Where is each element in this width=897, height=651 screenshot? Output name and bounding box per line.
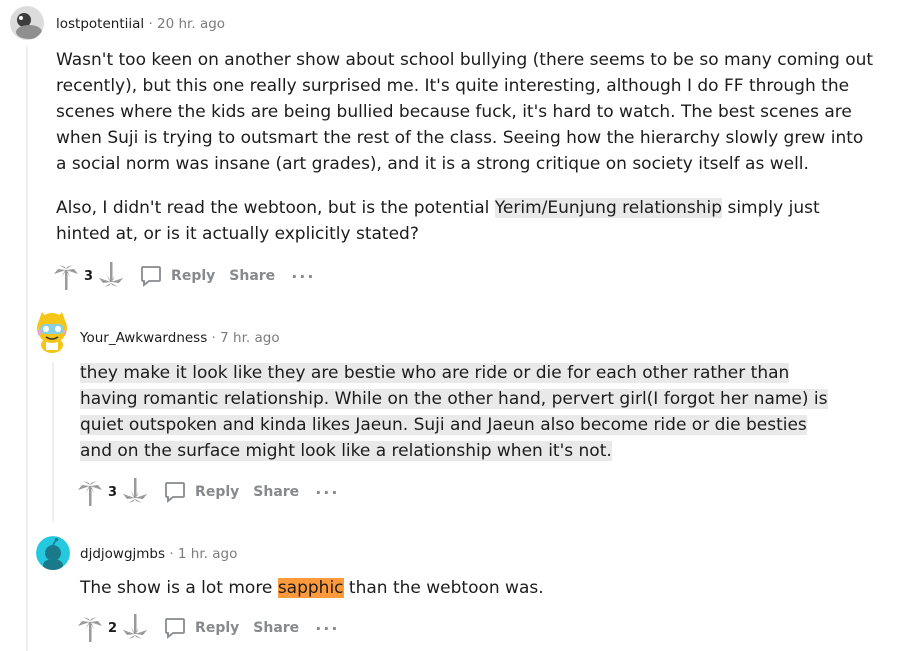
comment-actions: 2 Reply Share ···	[76, 613, 339, 643]
vote-score: 3	[84, 268, 94, 284]
downvote-icon[interactable]	[121, 613, 149, 643]
comment-paragraph: they make it look like they are bestie w…	[80, 360, 840, 464]
share-button[interactable]: Share	[253, 484, 299, 500]
separator: ·	[148, 16, 153, 32]
comment-actions: 3 Reply Share ···	[76, 477, 339, 507]
separator: ·	[169, 546, 174, 562]
share-button[interactable]: Share	[229, 268, 275, 284]
upvote-icon[interactable]	[76, 613, 104, 643]
comment-body: The show is a lot more sapphic than the …	[80, 575, 840, 601]
downvote-icon[interactable]	[121, 477, 149, 507]
username[interactable]: Your_Awkwardness	[80, 330, 207, 346]
snoo-avatar-icon	[37, 312, 67, 353]
comment-paragraph: Also, I didn't read the webtoon, but is …	[56, 198, 820, 244]
reply-button[interactable]: Reply	[163, 480, 239, 504]
comment-meta: djdjowgjmbs · 1 hr. ago	[80, 546, 237, 562]
comment-bubble-icon	[165, 618, 185, 639]
share-label: Share	[253, 484, 300, 500]
reply-label: Reply	[195, 484, 240, 500]
vote-score: 3	[108, 484, 118, 500]
timestamp[interactable]: 1 hr. ago	[178, 546, 237, 562]
more-options-button[interactable]: ···	[291, 267, 315, 286]
share-button[interactable]: Share	[253, 620, 299, 636]
comment-bubble-icon	[141, 266, 161, 287]
highlighted-text: they make it look like they are bestie w…	[80, 363, 828, 461]
thread-line[interactable]	[26, 46, 28, 651]
avatar[interactable]	[34, 310, 70, 354]
comment-paragraph: Wasn't too keen on another show about sc…	[56, 50, 874, 174]
avatar[interactable]	[36, 536, 70, 570]
comment-meta: lostpotentiial · 20 hr. ago	[56, 16, 225, 32]
avatar[interactable]	[10, 6, 44, 40]
upvote-icon[interactable]	[76, 477, 104, 507]
comment-body: Wasn't too keen on another show about sc…	[56, 47, 874, 247]
username[interactable]: djdjowgjmbs	[80, 546, 165, 562]
highlighted-text: sapphic	[277, 578, 344, 598]
downvote-icon[interactable]	[97, 261, 125, 291]
share-label: Share	[229, 268, 276, 284]
comment-meta: Your_Awkwardness · 7 hr. ago	[80, 330, 280, 346]
reply-button[interactable]: Reply	[139, 264, 215, 288]
comment-paragraph: The show is a lot more sapphic than the …	[80, 578, 544, 598]
more-options-button[interactable]: ···	[315, 619, 339, 638]
highlighted-text: Yerim/Eunjung relationship	[494, 198, 723, 218]
timestamp[interactable]: 20 hr. ago	[157, 16, 225, 32]
user-avatar-icon	[10, 6, 44, 40]
vote-score: 2	[108, 620, 118, 636]
upvote-icon[interactable]	[52, 261, 80, 291]
reply-button[interactable]: Reply	[163, 616, 239, 640]
share-label: Share	[253, 620, 300, 636]
reply-label: Reply	[171, 268, 216, 284]
comment-actions: 3 Reply Share ···	[52, 261, 315, 291]
reply-label: Reply	[195, 620, 240, 636]
thread-line[interactable]	[52, 362, 54, 522]
more-options-button[interactable]: ···	[315, 483, 339, 502]
comment-body: they make it look like they are bestie w…	[80, 360, 840, 464]
separator: ·	[211, 330, 216, 346]
comment-bubble-icon	[165, 482, 185, 503]
default-avatar-icon	[36, 536, 70, 570]
timestamp[interactable]: 7 hr. ago	[220, 330, 279, 346]
username[interactable]: lostpotentiial	[56, 16, 144, 32]
